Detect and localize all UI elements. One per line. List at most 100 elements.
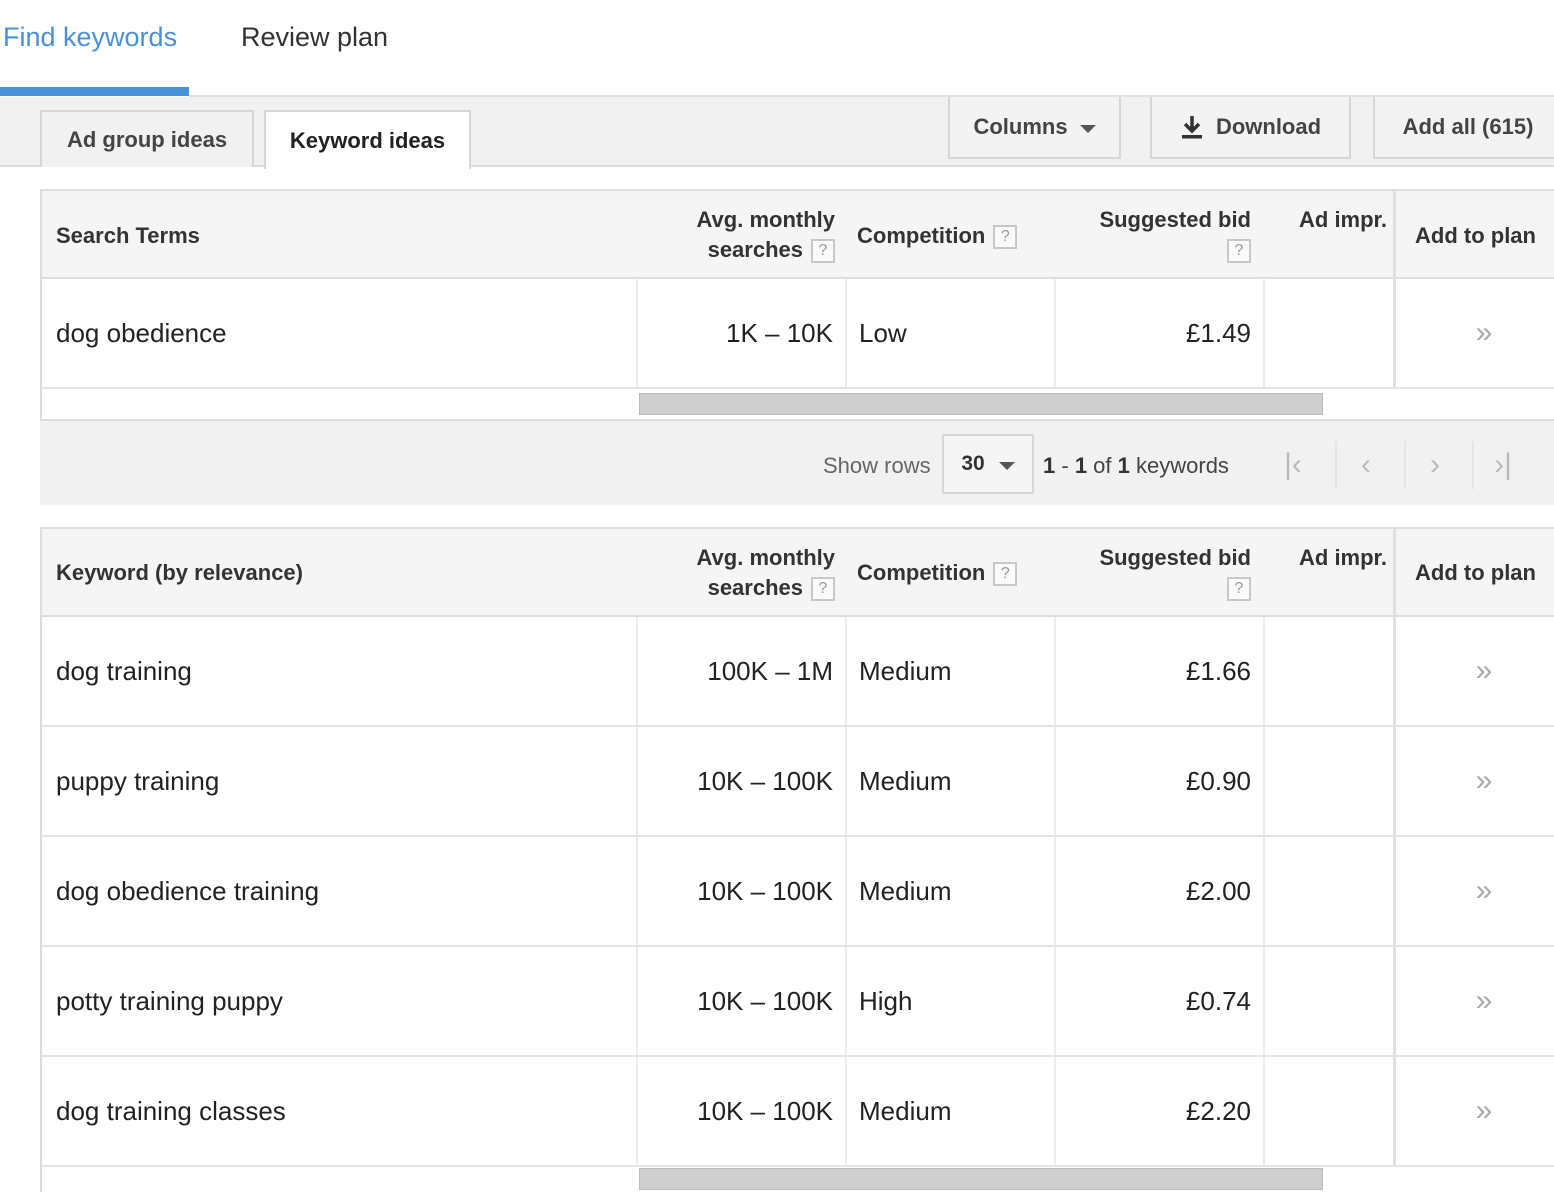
help-icon[interactable]: ? bbox=[1227, 577, 1251, 602]
header-suggested-bid[interactable]: Suggested bid ? bbox=[1052, 543, 1251, 603]
cell-searches: 10K – 100K bbox=[636, 727, 845, 835]
cell-competition: Medium bbox=[845, 837, 1054, 945]
range-end: 1 bbox=[1074, 453, 1088, 478]
header-avg-monthly-searches[interactable]: Avg. monthly searches? bbox=[632, 543, 835, 603]
rows-per-page-select[interactable]: 30 bbox=[942, 434, 1034, 494]
table-header: Search Terms Avg. monthly searches? Comp… bbox=[42, 189, 1554, 279]
table-row: dog training 100K – 1M Medium £1.66 » bbox=[42, 617, 1554, 727]
range-start: 1 bbox=[1043, 453, 1056, 478]
rows-per-page-value: 30 bbox=[961, 452, 985, 475]
cell-impr bbox=[1263, 727, 1393, 835]
help-icon[interactable]: ? bbox=[811, 577, 835, 602]
table-row: dog training classes 10K – 100K Medium £… bbox=[42, 1057, 1554, 1167]
chevron-down-icon bbox=[998, 462, 1015, 470]
download-icon bbox=[1181, 116, 1202, 139]
cell-term[interactable]: dog obedience bbox=[56, 279, 636, 387]
tab-keyword-ideas[interactable]: Keyword ideas bbox=[264, 110, 471, 169]
range-sep: - bbox=[1055, 453, 1075, 478]
table-header: Keyword (by relevance) Avg. monthly sear… bbox=[42, 527, 1554, 617]
cell-competition: High bbox=[845, 947, 1054, 1055]
add-all-button[interactable]: Add all (615) bbox=[1373, 97, 1554, 159]
columns-label: Columns bbox=[973, 114, 1068, 139]
header-competition[interactable]: Competition? bbox=[857, 221, 1018, 251]
cell-competition: Medium bbox=[845, 617, 1054, 725]
add-to-plan-button[interactable]: » bbox=[1393, 1057, 1554, 1165]
cell-term[interactable]: dog training classes bbox=[56, 1057, 636, 1165]
header-avg-monthly-searches[interactable]: Avg. monthly searches? bbox=[632, 205, 835, 265]
cell-bid: £0.74 bbox=[1054, 947, 1263, 1055]
cell-bid: £1.66 bbox=[1054, 617, 1263, 725]
add-to-plan-button[interactable]: » bbox=[1393, 279, 1554, 387]
cell-competition: Medium bbox=[845, 1057, 1054, 1165]
cell-searches: 10K – 100K bbox=[636, 1057, 845, 1165]
cell-searches: 1K – 10K bbox=[636, 279, 845, 387]
cell-term[interactable]: puppy training bbox=[56, 727, 636, 835]
cell-impr bbox=[1263, 617, 1393, 725]
horizontal-scrollbar[interactable] bbox=[639, 393, 1323, 415]
cell-bid: £1.49 bbox=[1054, 279, 1263, 387]
add-to-plan-button[interactable]: » bbox=[1393, 947, 1554, 1055]
header-avg-line1: Avg. monthly bbox=[696, 545, 835, 570]
cell-impr bbox=[1263, 1057, 1393, 1165]
download-button[interactable]: Download bbox=[1150, 97, 1351, 159]
table-row: dog obedience training 10K – 100K Medium… bbox=[42, 837, 1554, 947]
help-icon[interactable]: ? bbox=[1227, 239, 1251, 264]
chevron-down-icon bbox=[1079, 125, 1096, 133]
header-bid-label: Suggested bid bbox=[1099, 545, 1251, 570]
search-terms-table: Search Terms Avg. monthly searches? Comp… bbox=[40, 189, 1554, 419]
cell-term[interactable]: potty training puppy bbox=[56, 947, 636, 1055]
header-ad-impr[interactable]: Ad impr. bbox=[1299, 205, 1387, 235]
help-icon[interactable]: ? bbox=[811, 239, 835, 264]
pagination-bar: Show rows 30 1 - 1 of 1 keywords |‹ ‹ › … bbox=[40, 419, 1554, 505]
header-bid-label: Suggested bid bbox=[1099, 207, 1251, 232]
cell-bid: £2.00 bbox=[1054, 837, 1263, 945]
page-range: 1 - 1 of 1 keywords bbox=[1043, 453, 1229, 479]
header-competition[interactable]: Competition? bbox=[857, 558, 1018, 588]
cell-term[interactable]: dog obedience training bbox=[56, 837, 636, 945]
header-suggested-bid[interactable]: Suggested bid ? bbox=[1052, 205, 1251, 265]
header-add-to-plan: Add to plan bbox=[1415, 223, 1536, 248]
add-to-plan-button[interactable]: » bbox=[1393, 617, 1554, 725]
header-ad-impr[interactable]: Ad impr. bbox=[1299, 543, 1387, 573]
header-search-terms[interactable]: Search Terms bbox=[56, 221, 200, 251]
cell-competition: Medium bbox=[845, 727, 1054, 835]
download-label: Download bbox=[1215, 114, 1322, 139]
cell-searches: 100K – 1M bbox=[636, 617, 845, 725]
show-rows-label: Show rows bbox=[823, 453, 931, 478]
table-row: dog obedience 1K – 10K Low £1.49 » bbox=[42, 279, 1554, 389]
tab-ad-group-ideas[interactable]: Ad group ideas bbox=[40, 110, 254, 167]
tab-review-plan[interactable]: Review plan bbox=[241, 22, 388, 53]
add-to-plan-button[interactable]: » bbox=[1393, 837, 1554, 945]
table-row: puppy training 10K – 100K Medium £0.90 » bbox=[42, 727, 1554, 837]
keyword-ideas-table: Keyword (by relevance) Avg. monthly sear… bbox=[40, 527, 1554, 1192]
cell-competition: Low bbox=[845, 279, 1054, 387]
cell-searches: 10K – 100K bbox=[636, 837, 845, 945]
cell-bid: £2.20 bbox=[1054, 1057, 1263, 1165]
range-total: 1 bbox=[1117, 453, 1130, 478]
help-icon[interactable]: ? bbox=[993, 225, 1018, 250]
cell-bid: £0.90 bbox=[1054, 727, 1263, 835]
toolbar: Ad group ideas Keyword ideas Columns Dow… bbox=[0, 97, 1554, 169]
cell-searches: 10K – 100K bbox=[636, 947, 845, 1055]
range-unit: keywords bbox=[1129, 453, 1229, 478]
first-page-icon[interactable]: |‹ bbox=[1263, 441, 1323, 489]
range-of: of bbox=[1087, 453, 1118, 478]
table-row: potty training puppy 10K – 100K High £0.… bbox=[42, 947, 1554, 1057]
help-icon[interactable]: ? bbox=[993, 562, 1018, 587]
header-add-to-plan: Add to plan bbox=[1415, 560, 1536, 585]
cell-impr bbox=[1263, 837, 1393, 945]
active-tab-indicator bbox=[0, 87, 189, 96]
next-page-icon[interactable]: › bbox=[1404, 441, 1464, 489]
header-competition-label: Competition bbox=[857, 223, 986, 248]
last-page-icon[interactable]: ›| bbox=[1472, 441, 1532, 489]
tab-find-keywords[interactable]: Find keywords bbox=[3, 22, 177, 53]
columns-button[interactable]: Columns bbox=[948, 97, 1121, 159]
horizontal-scrollbar[interactable] bbox=[639, 1168, 1323, 1190]
cell-term[interactable]: dog training bbox=[56, 617, 636, 725]
header-avg-line2: searches bbox=[707, 237, 803, 262]
header-keyword-by-relevance[interactable]: Keyword (by relevance) bbox=[56, 558, 303, 588]
column-divider bbox=[1393, 529, 1396, 617]
prev-page-icon[interactable]: ‹ bbox=[1335, 441, 1395, 489]
header-avg-line2: searches bbox=[707, 575, 803, 600]
add-to-plan-button[interactable]: » bbox=[1393, 727, 1554, 835]
